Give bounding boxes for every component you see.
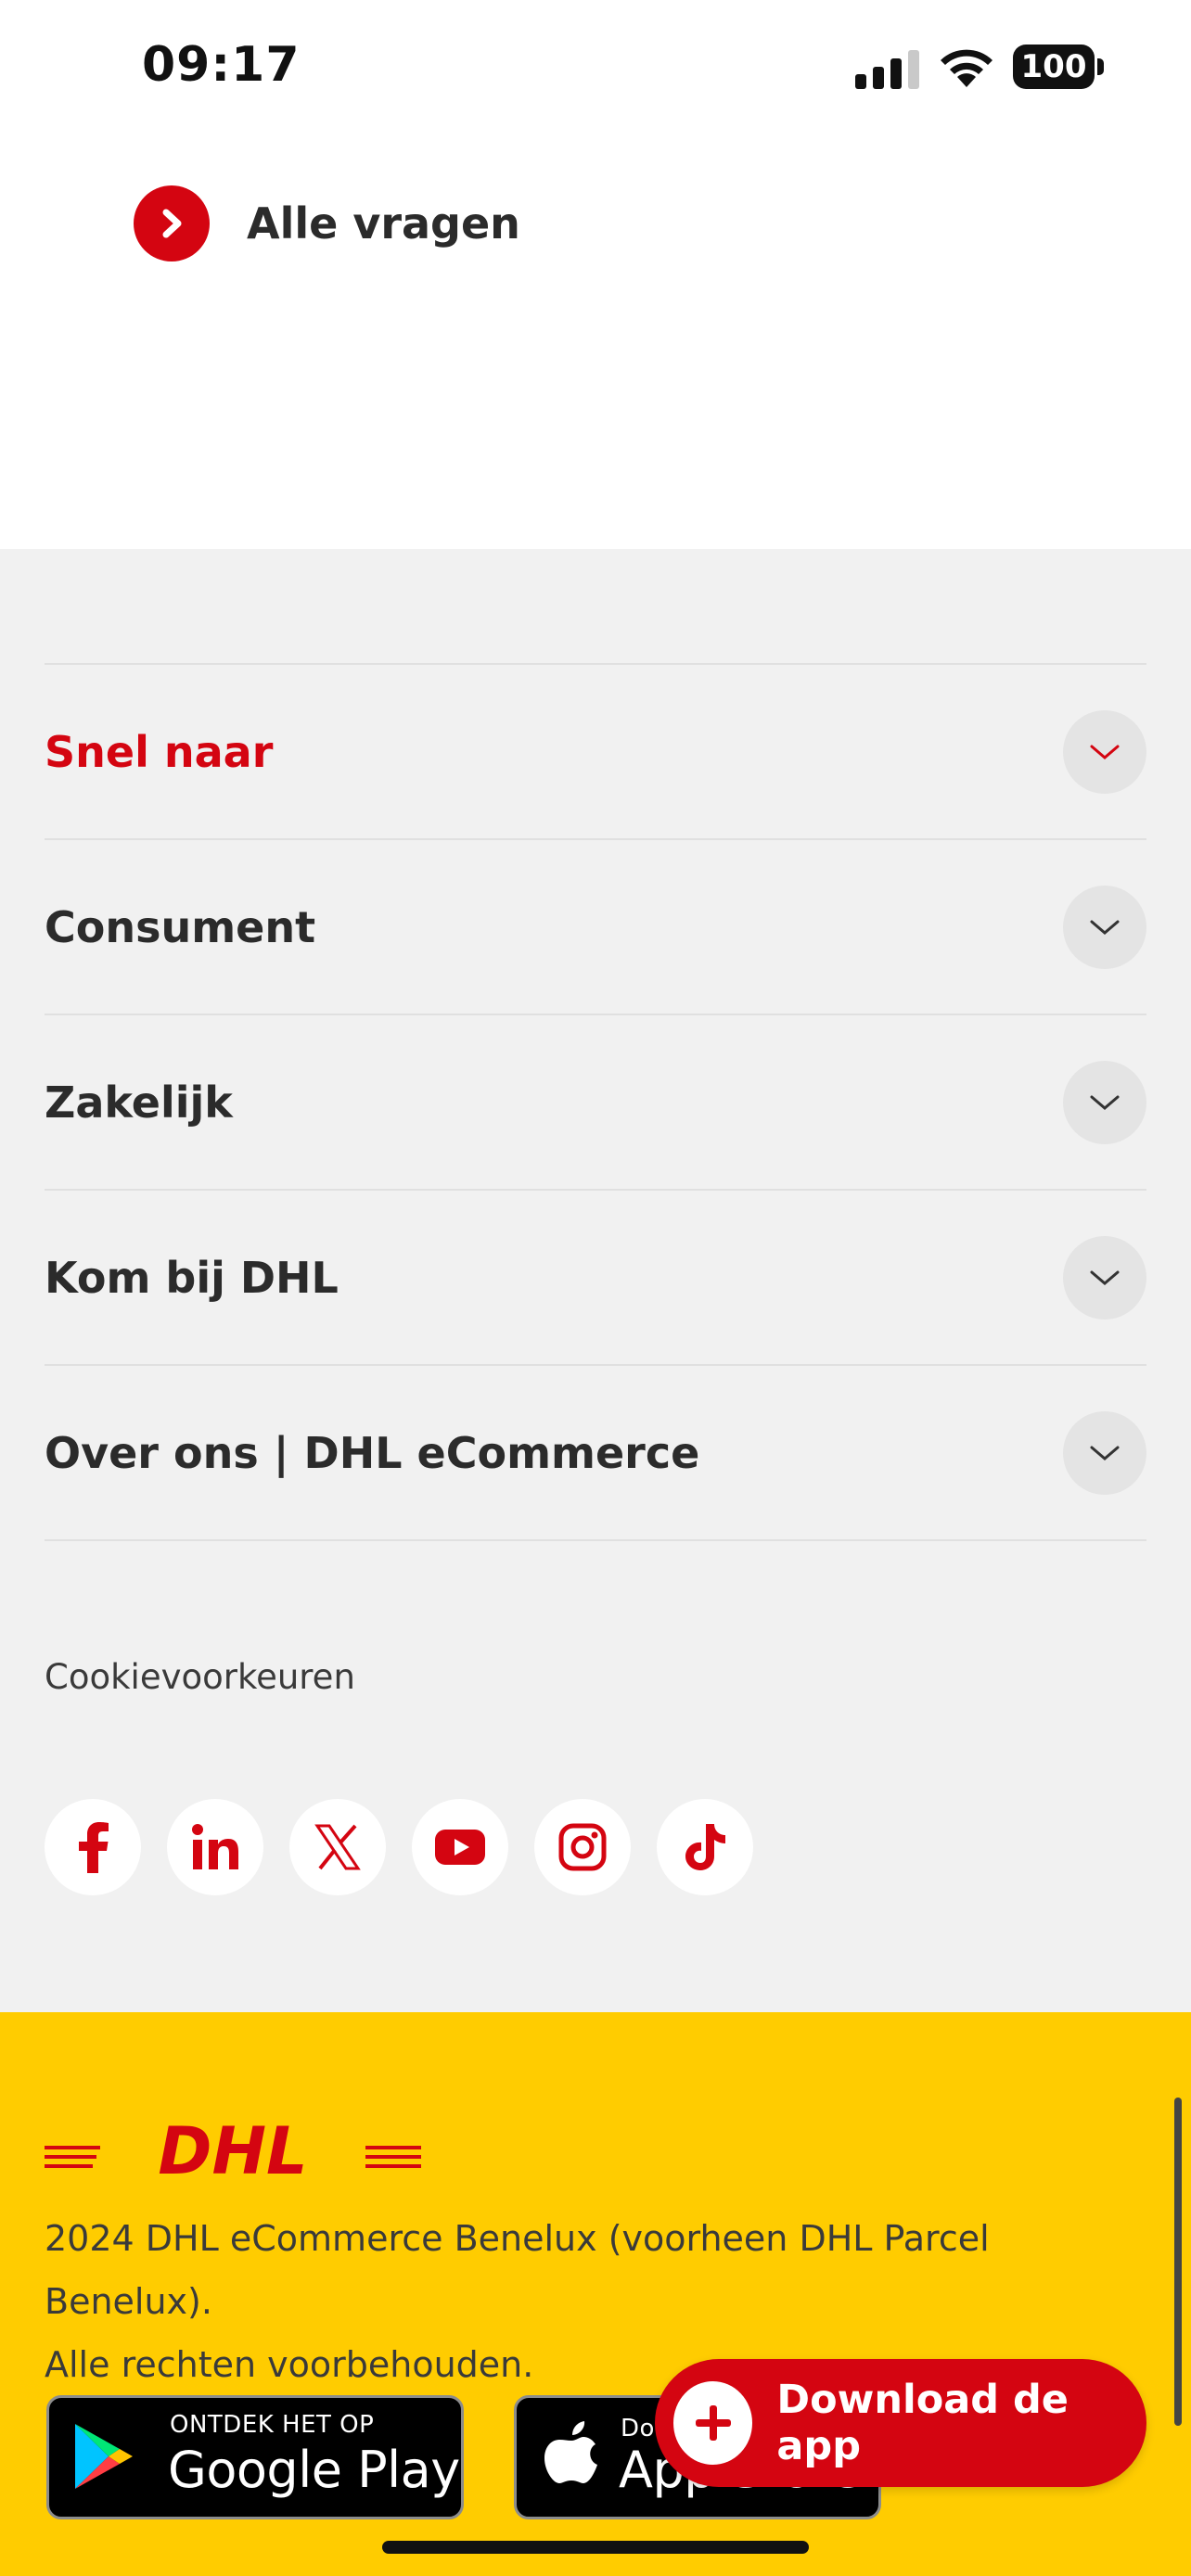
all-questions-link[interactable]: Alle vragen (134, 182, 520, 265)
brand-footer: DHL 2024 DHL eCommerce Benelux (voorheen… (0, 2012, 1191, 2576)
cellular-signal-icon (855, 46, 919, 89)
battery-tip-icon (1097, 58, 1104, 75)
accordion-item-snel-naar[interactable]: Snel naar (45, 665, 1146, 840)
social-links (45, 1799, 779, 1895)
apple-icon (543, 2420, 600, 2493)
accordion-label: Kom bij DHL (45, 1252, 339, 1303)
chevron-down-icon[interactable] (1063, 1235, 1146, 1320)
copyright-line: 2024 DHL eCommerce Benelux (voorheen DHL… (45, 2218, 990, 2322)
accordion-item-over-ons[interactable]: Over ons | DHL eCommerce (45, 1366, 1146, 1541)
download-app-button[interactable]: Download de app (655, 2359, 1146, 2487)
all-questions-label: Alle vragen (247, 198, 520, 249)
battery-indicator: 100 (1013, 45, 1095, 89)
chevron-down-icon[interactable] (1063, 1060, 1146, 1144)
chevron-down-icon[interactable] (1063, 1410, 1146, 1495)
home-indicator[interactable] (382, 2541, 809, 2554)
footer-accordion: Snel naar Consument Zakelijk Kom bij DHL… (45, 663, 1146, 1541)
instagram-icon[interactable] (534, 1799, 631, 1895)
google-play-big-text: Google Play (168, 2441, 460, 2499)
cookie-preferences-link[interactable]: Cookievoorkeuren (45, 1657, 355, 1697)
footer-links-section: Snel naar Consument Zakelijk Kom bij DHL… (0, 549, 1191, 2012)
wifi-icon (937, 45, 996, 89)
plus-icon (673, 2381, 753, 2465)
accordion-item-kom-bij-dhl[interactable]: Kom bij DHL (45, 1191, 1146, 1366)
svg-text:DHL: DHL (158, 2122, 307, 2179)
chevron-down-icon[interactable] (1063, 885, 1146, 969)
google-play-icon (73, 2422, 134, 2494)
accordion-item-zakelijk[interactable]: Zakelijk (45, 1015, 1146, 1191)
accordion-label: Zakelijk (45, 1077, 233, 1128)
accordion-label: Over ons | DHL eCommerce (45, 1427, 700, 1478)
accordion-item-consument[interactable]: Consument (45, 840, 1146, 1015)
chevron-down-icon[interactable] (1063, 709, 1146, 794)
status-bar: 09:17 100 (0, 0, 1191, 139)
linkedin-icon[interactable] (167, 1799, 263, 1895)
chevron-right-icon (134, 185, 210, 261)
youtube-icon[interactable] (412, 1799, 508, 1895)
dhl-logo: DHL (45, 2113, 421, 2189)
x-icon[interactable] (289, 1799, 386, 1895)
tiktok-icon[interactable] (657, 1799, 753, 1895)
facebook-icon[interactable] (45, 1799, 141, 1895)
accordion-label: Consument (45, 901, 316, 952)
download-app-label: Download de app (776, 2377, 1069, 2469)
status-time: 09:17 (142, 37, 301, 93)
accordion-label: Snel naar (45, 726, 274, 777)
scrollbar[interactable] (1174, 2098, 1182, 2426)
google-play-badge[interactable]: ONTDEK HET OP Google Play (46, 2395, 464, 2519)
google-play-small-text: ONTDEK HET OP (170, 2411, 375, 2439)
